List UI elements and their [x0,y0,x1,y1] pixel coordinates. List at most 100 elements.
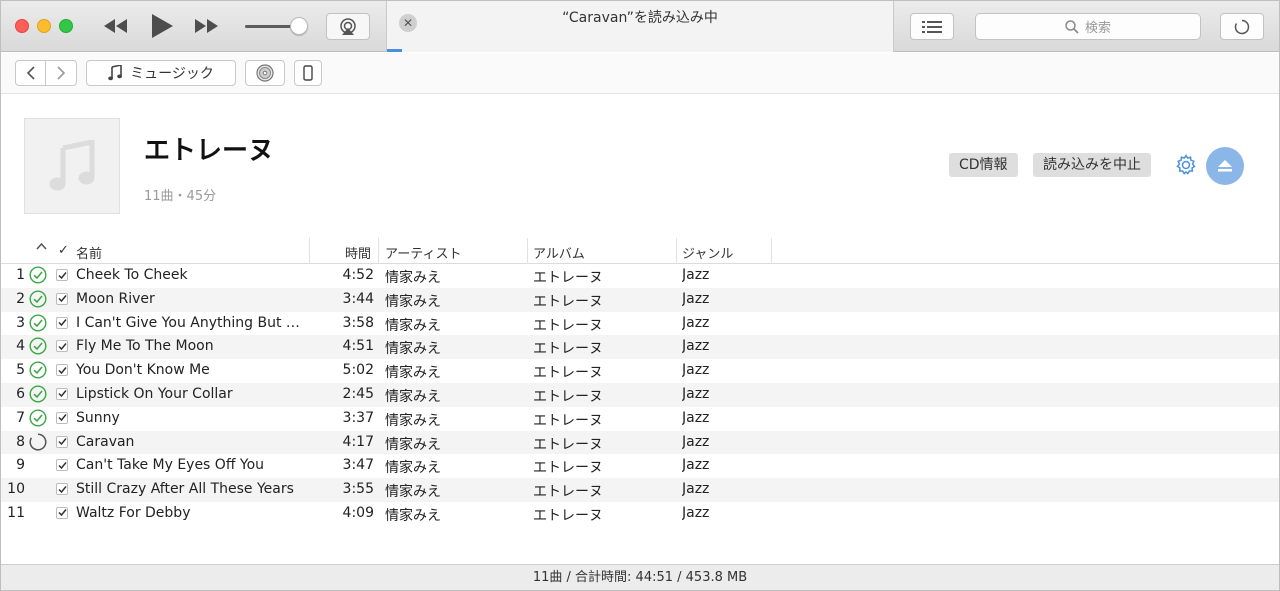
table-row[interactable]: 5 You Don't Know Me 5:02 情家みえ エトレーヌ Jazz [0,359,1280,383]
track-checkbox[interactable] [56,316,68,329]
column-check[interactable]: ✓ [58,243,69,258]
import-complete-icon [29,337,47,355]
track-genre: Jazz [682,481,710,498]
back-button[interactable] [15,60,46,86]
track-checkbox[interactable] [56,269,68,281]
track-checkbox[interactable] [56,411,68,424]
track-time: 3:58 [342,314,374,331]
track-name: Waltz For Debby [76,504,191,521]
track-name: Still Crazy After All These Years [76,481,294,498]
table-row[interactable]: 3 I Can't Give You Anything But L... 3:5… [0,312,1280,336]
track-artist: 情家みえ [385,484,441,501]
column-time[interactable]: 時間 [345,243,371,262]
track-genre: Jazz [682,457,710,474]
column-artist[interactable]: アーティスト [385,243,461,262]
track-table-header: ✓ 名前 時間 アーティスト アルバム ジャンル [0,238,1280,264]
cd-info-button[interactable]: CD情報 [949,153,1018,177]
import-complete-icon [29,361,47,379]
rewind-button[interactable] [100,15,130,37]
track-name: You Don't Know Me [76,362,210,379]
column-name[interactable]: 名前 [76,243,102,262]
track-artist: 情家みえ [385,436,441,453]
column-divider[interactable] [309,238,310,264]
track-artist: 情家みえ [385,388,441,405]
library-summary: 11曲 / 合計時間: 44:51 / 453.8 MB [532,570,748,585]
column-divider[interactable] [527,238,528,264]
play-button[interactable] [148,12,176,40]
track-checkbox[interactable] [56,483,68,496]
up-next-button[interactable] [910,13,954,40]
checkmark-icon [57,461,67,469]
import-complete-icon [29,385,47,403]
column-divider[interactable] [771,238,772,264]
track-time: 3:37 [342,409,374,426]
activity-button[interactable] [1220,13,1264,40]
track-album: エトレーヌ [533,460,603,477]
fast-forward-button[interactable] [192,15,222,37]
import-complete-icon [29,290,47,308]
track-name: Cheek To Cheek [76,267,188,283]
airplay-button[interactable] [326,13,370,40]
table-row[interactable]: 4 Fly Me To The Moon 4:51 情家みえ エトレーヌ Jaz… [0,335,1280,360]
track-number: 2 [16,290,25,307]
close-window-button[interactable] [15,19,29,33]
track-album: エトレーヌ [533,270,603,286]
track-number: 9 [16,457,25,474]
track-album: エトレーヌ [533,484,603,501]
track-checkbox[interactable] [56,506,68,519]
column-divider[interactable] [676,238,677,264]
track-checkbox[interactable] [56,459,68,472]
music-note-placeholder-icon [49,140,95,191]
table-row[interactable]: 10 Still Crazy After All These Years 3:5… [0,478,1280,502]
chevron-right-icon [57,66,66,80]
track-artist: 情家みえ [385,365,441,382]
track-checkbox[interactable] [56,340,68,353]
table-row[interactable]: 9 Can't Take My Eyes Off You 3:47 情家みえ エ… [0,454,1280,478]
zoom-window-button[interactable] [59,19,73,33]
column-genre[interactable]: ジャンル [682,243,733,262]
stop-import-button[interactable]: 読み込みを中止 [1033,153,1151,177]
table-row[interactable]: 11 Waltz For Debby 4:09 情家みえ エトレーヌ Jazz [0,502,1280,526]
device-button[interactable] [294,60,322,86]
search-input[interactable]: 検索 [975,13,1201,40]
track-checkbox[interactable] [56,387,68,400]
import-settings-button[interactable] [1174,153,1198,177]
album-artwork [24,118,120,214]
table-row[interactable]: 2 Moon River 3:44 情家みえ エトレーヌ Jazz [0,287,1280,312]
table-row[interactable]: 1 Cheek To Cheek 4:52 情家みえ エトレーヌ Jazz [0,264,1280,288]
minimize-window-button[interactable] [37,19,51,33]
track-album: エトレーヌ [533,412,603,429]
table-row[interactable]: 8 Caravan 4:17 情家みえ エトレーヌ Jazz [0,430,1280,455]
track-album: エトレーヌ [533,341,603,358]
search-placeholder: 検索 [1084,21,1111,36]
track-checkbox[interactable] [56,364,68,377]
track-artist: 情家みえ [385,341,441,358]
track-name: Sunny [76,409,120,426]
status-display: ✕ “Caravan”を読み込み中 [386,0,894,52]
track-number: 3 [16,314,25,331]
volume-slider-knob[interactable] [290,17,308,35]
track-name: Lipstick On Your Collar [76,385,233,402]
sort-chevron-up-icon[interactable] [36,241,47,256]
media-kind-label: ミュージック [130,66,214,82]
eject-button[interactable] [1206,147,1244,185]
column-album[interactable]: アルバム [533,243,585,262]
table-row[interactable]: 7 Sunny 3:37 情家みえ エトレーヌ Jazz [0,407,1280,431]
track-genre: Jazz [682,409,710,426]
column-divider[interactable] [378,238,379,264]
track-time: 4:51 [342,338,374,355]
media-kind-selector[interactable]: ミュージック [86,60,236,86]
forward-button[interactable] [46,60,77,86]
checkmark-icon [57,390,67,398]
track-genre: Jazz [682,314,710,331]
navigation-bar: ミュージック [0,53,1280,94]
track-checkbox[interactable] [56,292,68,305]
cd-source-button[interactable] [245,60,285,86]
iphone-icon [303,65,313,81]
rewind-icon [104,19,127,33]
track-artist: 情家みえ [385,507,441,524]
track-number: 1 [16,267,25,283]
track-number: 10 [7,481,25,498]
table-row[interactable]: 6 Lipstick On Your Collar 2:45 情家みえ エトレー… [0,382,1280,407]
track-checkbox[interactable] [56,435,68,448]
